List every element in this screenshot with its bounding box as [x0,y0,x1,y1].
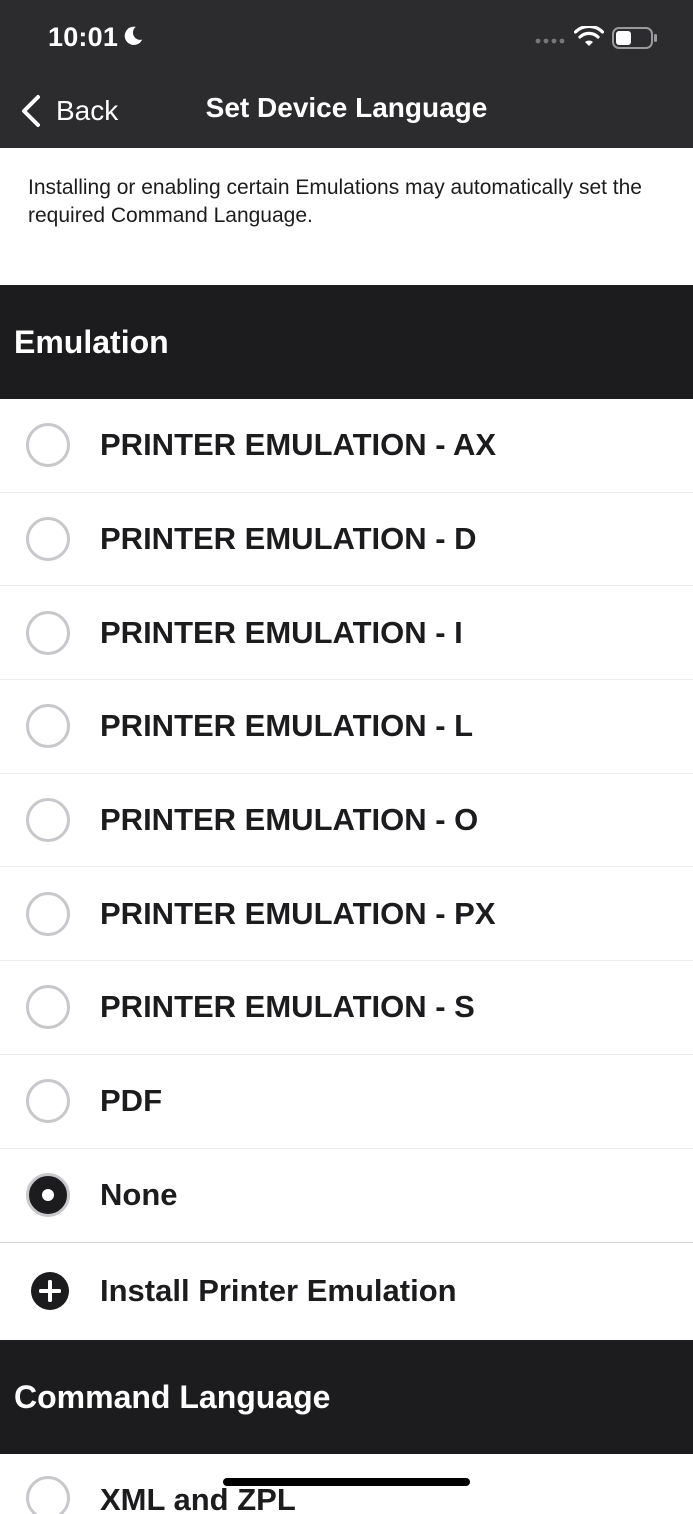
home-indicator [223,1478,470,1486]
option-label: PRINTER EMULATION - I [100,614,463,650]
moon-icon [124,26,143,45]
emulation-option-pdf[interactable]: PDF [0,1055,693,1149]
chevron-left-icon [22,95,40,127]
navigation-bar: 10:01 Set Device Language Back [0,0,693,148]
option-label: XML and ZPL [100,1482,296,1514]
radio-button-selected[interactable] [26,1173,70,1218]
emulation-section-header: Emulation [0,285,693,399]
emulation-option-px[interactable]: PRINTER EMULATION - PX [0,867,693,962]
install-printer-emulation-button[interactable]: Install Printer Emulation [0,1242,693,1339]
option-label: PRINTER EMULATION - L [100,708,474,744]
radio-button[interactable] [26,517,70,562]
radio-button[interactable] [26,704,70,749]
option-label: PRINTER EMULATION - AX [100,427,497,463]
emulation-option-l[interactable]: PRINTER EMULATION - L [0,680,693,774]
back-label: Back [56,95,119,126]
radio-button[interactable] [26,985,70,1030]
command-language-header-label: Command Language [14,1378,331,1415]
cellular-signal-icon [535,38,565,44]
radio-button[interactable] [26,1079,70,1124]
command-language-section-header: Command Language [0,1340,693,1454]
option-label: PDF [100,1083,162,1119]
emulation-option-d[interactable]: PRINTER EMULATION - D [0,493,693,587]
radio-button[interactable] [26,610,70,655]
plus-circle-icon [31,1272,69,1311]
emulation-options-list: PRINTER EMULATION - AX PRINTER EMULATION… [0,399,693,1339]
emulation-option-ax[interactable]: PRINTER EMULATION - AX [0,399,693,493]
option-label: PRINTER EMULATION - O [100,802,479,838]
battery-icon [612,27,657,49]
option-label: PRINTER EMULATION - PX [100,895,496,931]
wifi-icon [574,26,604,46]
radio-button[interactable] [26,1476,70,1514]
emulation-option-s[interactable]: PRINTER EMULATION - S [0,961,693,1055]
emulation-header-label: Emulation [14,323,169,360]
radio-button[interactable] [26,798,70,843]
status-time: 10:01 [48,22,119,52]
option-label: PRINTER EMULATION - S [100,989,475,1025]
option-label: None [100,1177,178,1213]
back-button[interactable]: Back [20,90,118,132]
radio-button[interactable] [26,891,70,936]
emulation-option-i[interactable]: PRINTER EMULATION - I [0,586,693,681]
emulation-option-none[interactable]: None [0,1149,693,1243]
info-text: Installing or enabling certain Emulation… [28,176,642,227]
radio-button[interactable] [26,423,70,468]
emulation-option-o[interactable]: PRINTER EMULATION - O [0,774,693,868]
option-label: PRINTER EMULATION - D [100,521,477,557]
install-label: Install Printer Emulation [100,1273,457,1309]
